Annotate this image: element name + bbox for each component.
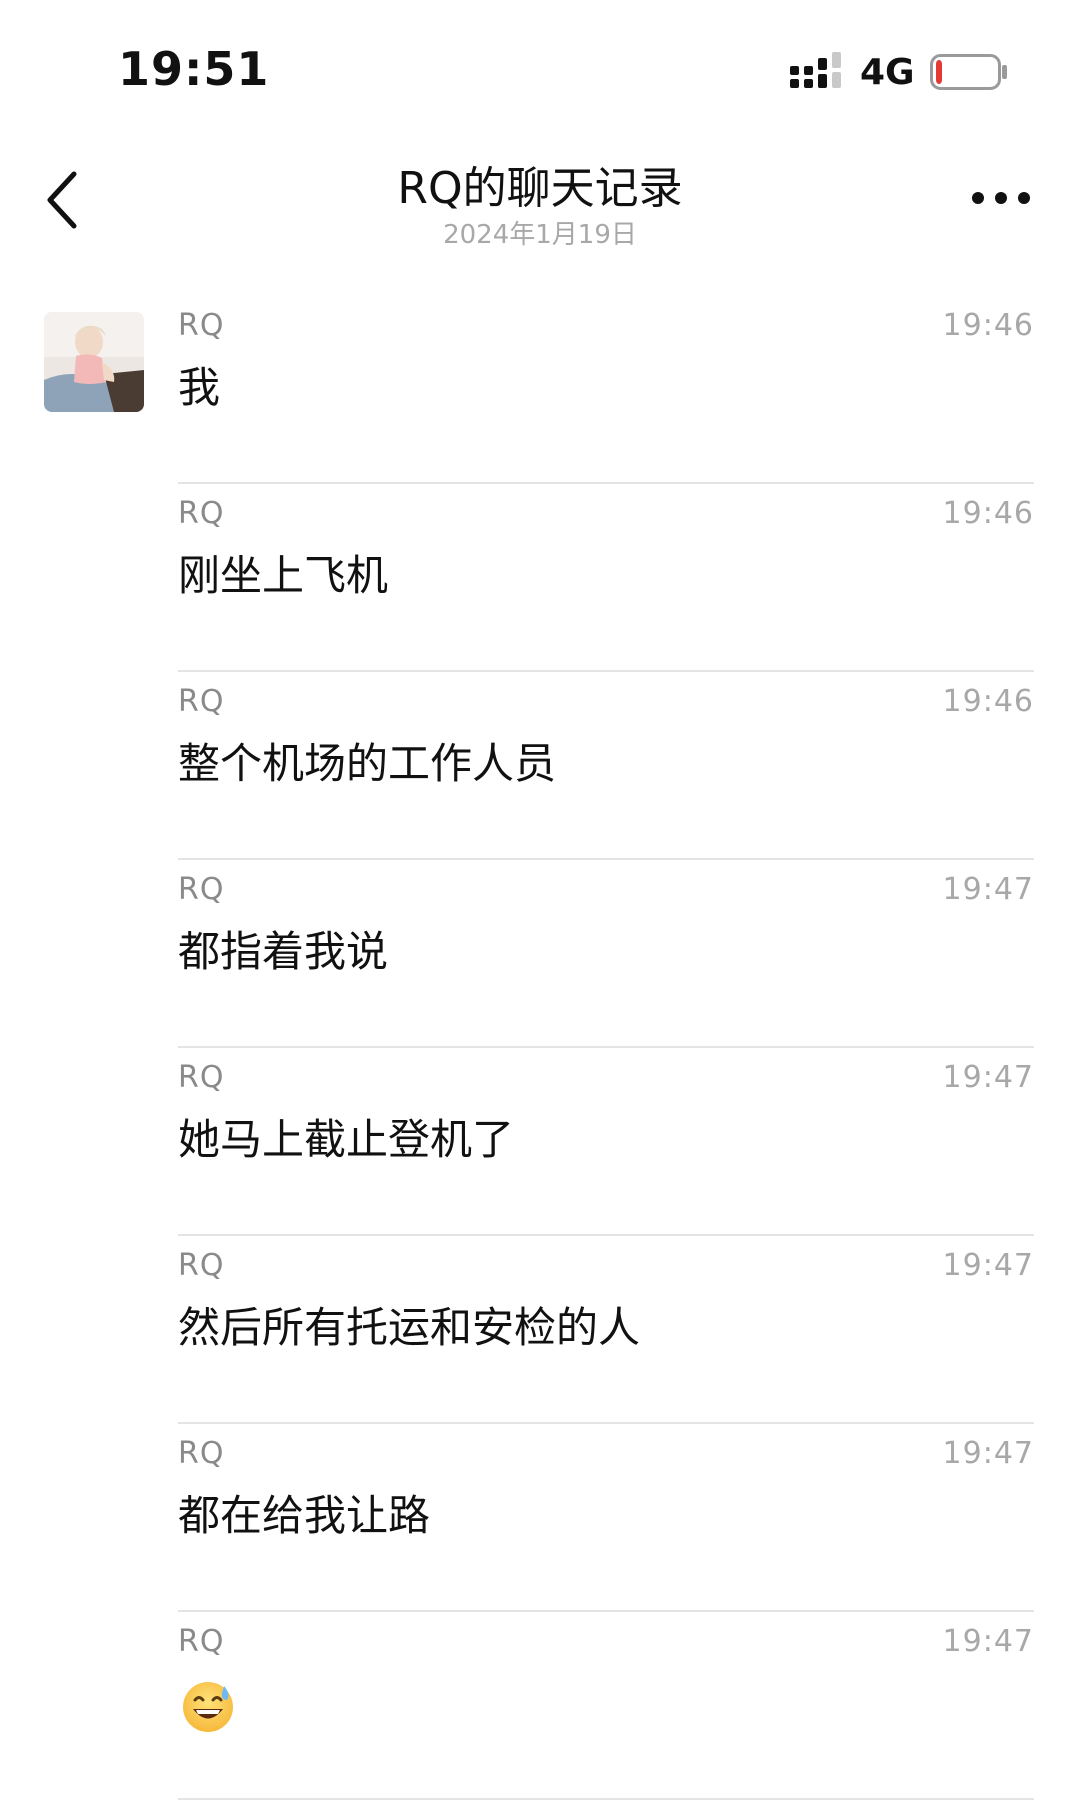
message-item[interactable]: RQ 19:47 都指着我说 xyxy=(0,860,1080,1048)
message-text: 都在给我让路 xyxy=(178,1491,431,1540)
message-sender: RQ xyxy=(178,1248,225,1283)
message-time: 19:47 xyxy=(942,872,1034,907)
message-item[interactable]: RQ 19:46 我 xyxy=(0,296,1080,484)
message-time: 19:47 xyxy=(942,1248,1034,1283)
message-item[interactable]: RQ 19:47 然后所有托运和安检的人 xyxy=(0,1236,1080,1424)
message-text: 她马上截止登机了 xyxy=(178,1115,515,1164)
message-time: 19:47 xyxy=(942,1060,1034,1095)
message-sender: RQ xyxy=(178,1436,225,1471)
signal-bars-icon xyxy=(790,52,841,88)
message-time: 19:46 xyxy=(942,496,1034,531)
message-sender: RQ xyxy=(178,872,225,907)
message-sender: RQ xyxy=(178,684,225,719)
message-text: 刚坐上飞机 xyxy=(178,551,389,600)
message-sender: RQ xyxy=(178,1624,225,1659)
more-button[interactable] xyxy=(968,178,1034,218)
message-item[interactable]: RQ 19:46 刚坐上飞机 xyxy=(0,484,1080,672)
message-time: 19:46 xyxy=(942,308,1034,343)
back-button[interactable] xyxy=(36,162,92,238)
page-title: RQ的聊天记录 xyxy=(397,163,683,214)
status-time: 19:51 xyxy=(118,42,270,96)
grinning-sweat-emoji-icon xyxy=(183,1682,233,1732)
battery-low-icon xyxy=(930,54,1007,90)
message-time: 19:47 xyxy=(942,1624,1034,1659)
message-sender: RQ xyxy=(178,1060,225,1095)
message-text: 我 xyxy=(178,363,221,412)
nav-header: RQ的聊天记录 2024年1月19日 xyxy=(0,140,1080,270)
message-list: RQ 19:46 我 RQ 19:46 刚坐上飞机 RQ 19:46 整个机场的… xyxy=(0,296,1080,1800)
status-bar: 19:51 4G xyxy=(0,0,1080,140)
more-dots-icon xyxy=(972,192,1030,204)
message-item[interactable]: RQ 19:47 都在给我让路 xyxy=(0,1424,1080,1612)
title-block: RQ的聊天记录 2024年1月19日 xyxy=(240,162,840,252)
message-sender: RQ xyxy=(178,496,225,531)
network-label: 4G xyxy=(860,52,915,93)
message-sender: RQ xyxy=(178,308,225,343)
message-item[interactable]: RQ 19:47 她马上截止登机了 xyxy=(0,1048,1080,1236)
message-text: 整个机场的工作人员 xyxy=(178,739,557,788)
chevron-left-icon xyxy=(47,171,77,229)
message-text: 然后所有托运和安检的人 xyxy=(178,1303,641,1352)
message-item[interactable]: RQ 19:47 xyxy=(0,1612,1080,1800)
message-text: 都指着我说 xyxy=(178,927,389,976)
message-item[interactable]: RQ 19:46 整个机场的工作人员 xyxy=(0,672,1080,860)
message-time: 19:46 xyxy=(942,684,1034,719)
message-time: 19:47 xyxy=(942,1436,1034,1471)
page-subtitle: 2024年1月19日 xyxy=(443,220,637,250)
